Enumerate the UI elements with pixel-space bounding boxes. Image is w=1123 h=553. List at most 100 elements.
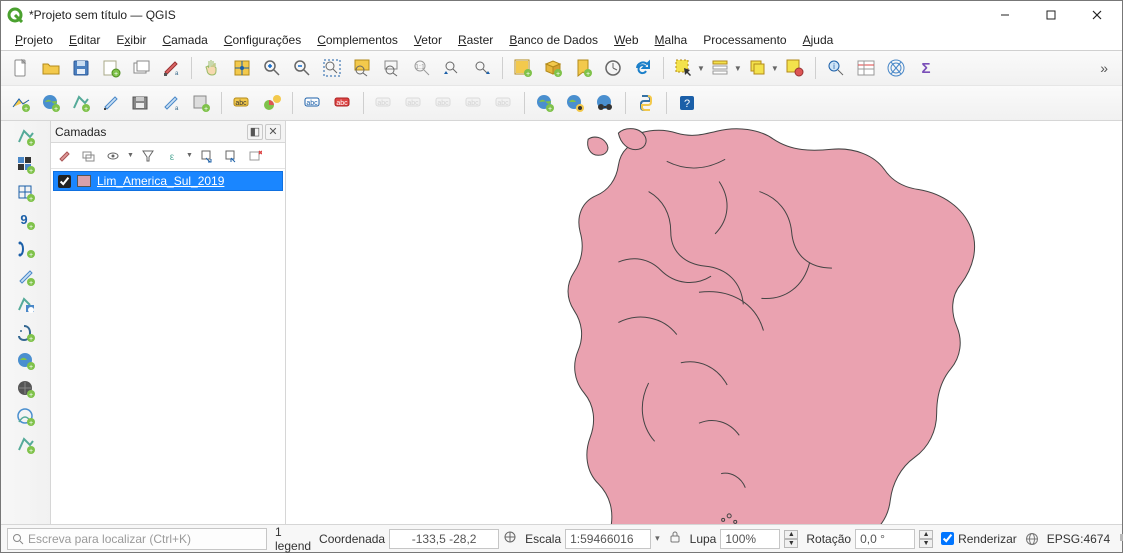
menu-complementos[interactable]: Complementos (309, 31, 406, 49)
add-delimited-text-layer-button[interactable]: + (14, 237, 38, 261)
statistical-summary-button[interactable]: Σ (912, 54, 940, 82)
add-wcs-layer-side-button[interactable]: + (14, 377, 38, 401)
rotation-input[interactable] (855, 529, 915, 549)
render-toggle[interactable]: Renderizar (941, 532, 1017, 546)
new-spatial-bookmark-button[interactable]: + (569, 54, 597, 82)
rotate-label-button[interactable]: abc (430, 89, 458, 117)
locator-search[interactable]: Escreva para localizar (Ctrl+K) (7, 528, 267, 550)
open-attribute-table-button[interactable] (852, 54, 880, 82)
remove-layer-button[interactable] (245, 146, 265, 166)
diagram-toolbar-button[interactable] (258, 89, 286, 117)
zoom-to-selection-button[interactable] (348, 54, 376, 82)
add-feature-button[interactable]: + (187, 89, 215, 117)
python-console-button[interactable] (632, 89, 660, 117)
zoom-last-button[interactable] (438, 54, 466, 82)
move-label-button[interactable]: abc (400, 89, 428, 117)
layer-tree[interactable]: Lim_America_Sul_2019 (51, 169, 285, 524)
maximize-button[interactable] (1028, 1, 1074, 29)
zoom-to-layer-button[interactable] (378, 54, 406, 82)
manage-visibility-button[interactable] (103, 146, 123, 166)
layer-visibility-checkbox[interactable] (58, 175, 71, 188)
zoom-native-button[interactable]: 1:1 (408, 54, 436, 82)
save-edits-button[interactable] (127, 89, 155, 117)
show-bookmarks-button[interactable] (599, 54, 627, 82)
add-vector-layer-side-button[interactable]: + (14, 125, 38, 149)
messages-icon[interactable] (1118, 531, 1123, 547)
add-virtual-layer-side-button[interactable] (14, 293, 38, 317)
new-project-button[interactable] (7, 54, 35, 82)
style-manager-button[interactable]: a (157, 54, 185, 82)
scale-input[interactable] (565, 529, 651, 549)
filter-by-expression-button[interactable]: ε (162, 146, 182, 166)
field-calculator-button[interactable] (882, 54, 910, 82)
crs-icon[interactable] (1025, 532, 1039, 546)
menu-raster[interactable]: Raster (450, 31, 501, 49)
add-wms-layer-side-button[interactable]: + (14, 349, 38, 373)
current-edits-button[interactable]: a (157, 89, 185, 117)
new-3d-map-view-button[interactable]: + (539, 54, 567, 82)
rotation-spinner[interactable]: ▲▼ (919, 530, 933, 548)
lock-scale-icon[interactable] (668, 530, 682, 547)
change-label-props-button[interactable]: abc (460, 89, 488, 117)
menu-malha[interactable]: Malha (647, 31, 696, 49)
scale-dropdown-icon[interactable]: ▾ (655, 533, 660, 544)
create-new-layer-side-button[interactable]: + (14, 433, 38, 457)
close-button[interactable] (1074, 1, 1120, 29)
layer-item[interactable]: Lim_America_Sul_2019 (53, 171, 283, 191)
collapse-all-button[interactable] (221, 146, 241, 166)
menu-vetor[interactable]: Vetor (406, 31, 450, 49)
coordinate-input[interactable] (389, 529, 499, 549)
menu-web[interactable]: Web (606, 31, 646, 49)
zoom-out-button[interactable] (288, 54, 316, 82)
help-button[interactable]: ? (673, 89, 701, 117)
coordinate-toggle-icon[interactable] (503, 530, 517, 547)
open-layer-style-button[interactable] (55, 146, 75, 166)
menu-processamento[interactable]: Processamento (695, 31, 794, 49)
menu-configurações[interactable]: Configurações (216, 31, 309, 49)
add-vector-layer-button[interactable]: + (7, 89, 35, 117)
zoom-in-button[interactable] (258, 54, 286, 82)
new-print-layout-button[interactable]: + (97, 54, 125, 82)
panel-close-button[interactable]: ✕ (265, 124, 281, 140)
filter-legend-button[interactable] (138, 146, 158, 166)
menu-banco-de-dados[interactable]: Banco de Dados (501, 31, 606, 49)
add-raster-layer-side-button[interactable]: + (14, 153, 38, 177)
change-label-button[interactable]: abc (490, 89, 518, 117)
web-service-button[interactable] (561, 89, 589, 117)
add-postgis-layer-side-button[interactable]: + (14, 321, 38, 345)
show-hide-label-button[interactable]: abc (370, 89, 398, 117)
magnifier-spinner[interactable]: ▲▼ (784, 530, 798, 548)
layout-manager-button[interactable] (127, 54, 155, 82)
open-project-button[interactable] (37, 54, 65, 82)
metasearch-button[interactable]: + (531, 89, 559, 117)
refresh-button[interactable] (629, 54, 657, 82)
highlight-label-button[interactable]: abc (299, 89, 327, 117)
select-by-form-button[interactable] (707, 54, 735, 82)
save-project-button[interactable] (67, 54, 95, 82)
add-raster-layer-button[interactable]: + (37, 89, 65, 117)
pan-to-selection-button[interactable] (228, 54, 256, 82)
deselect-all-button[interactable] (744, 54, 772, 82)
identify-features-button[interactable]: i (822, 54, 850, 82)
pan-button[interactable] (198, 54, 226, 82)
map-canvas[interactable] (286, 121, 1122, 524)
add-wfs-layer-side-button[interactable]: + (14, 405, 38, 429)
add-delimited-text-side-button[interactable]: 9+ (14, 209, 38, 233)
toggle-editing-button[interactable] (97, 89, 125, 117)
dropdown-arrow-icon[interactable]: ▼ (734, 64, 742, 73)
add-group-button[interactable] (79, 146, 99, 166)
menu-camada[interactable]: Camada (154, 31, 215, 49)
menu-projeto[interactable]: Projeto (7, 31, 61, 49)
menu-exibir[interactable]: Exibir (108, 31, 154, 49)
zoom-full-button[interactable] (318, 54, 346, 82)
select-by-location-button[interactable] (781, 54, 809, 82)
dropdown-arrow-icon[interactable]: ▼ (771, 64, 779, 73)
toolbar-overflow-button[interactable]: » (1094, 60, 1116, 76)
dropdown-arrow-icon[interactable]: ▼ (186, 152, 193, 159)
web-search-button[interactable] (591, 89, 619, 117)
menu-editar[interactable]: Editar (61, 31, 108, 49)
expand-all-button[interactable] (197, 146, 217, 166)
new-shapefile-layer-button[interactable]: + (67, 89, 95, 117)
add-spatialite-layer-side-button[interactable]: + (14, 265, 38, 289)
minimize-button[interactable] (982, 1, 1028, 29)
